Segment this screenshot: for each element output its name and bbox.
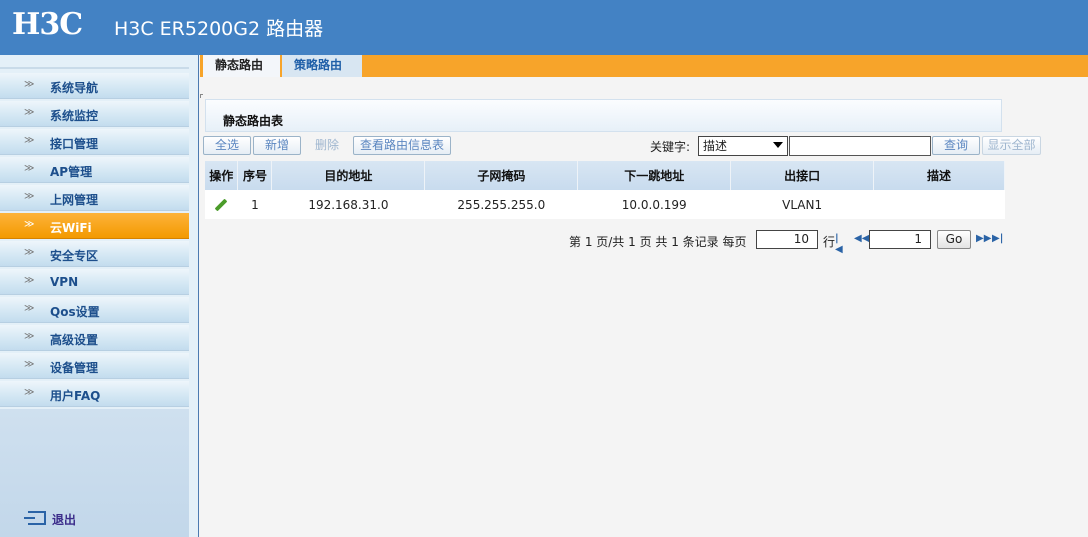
sidebar-item-label: 上网管理 — [50, 193, 99, 207]
show-all-button[interactable]: 显示全部 — [982, 136, 1041, 155]
prev-page-icon[interactable]: ◀◀ — [854, 233, 869, 244]
bullet-icon: ≫ — [24, 191, 35, 202]
last-page-icon[interactable]: ▶| — [992, 233, 1003, 244]
sidebar-item-label: 高级设置 — [50, 333, 99, 347]
pager-summary: 第 1 页/共 1 页 共 1 条记录 每页 — [569, 235, 747, 249]
column-header-action: 操作 — [205, 161, 239, 190]
sidebar-item-cloud-wifi[interactable]: ≫ 云WiFi — [0, 213, 189, 239]
sidebar-item-interface[interactable]: ≫ 接口管理 — [0, 129, 189, 155]
corner-mark — [200, 94, 203, 98]
sidebar-item-label: VPN — [50, 275, 79, 289]
delete-button[interactable]: 删除 — [303, 136, 351, 155]
keyword-label: 关键字: — [650, 140, 691, 154]
per-page-input[interactable]: 10 — [756, 230, 818, 249]
bullet-icon: ≫ — [24, 275, 35, 286]
bullet-icon: ≫ — [24, 107, 35, 118]
column-header-iface[interactable]: 出接口 — [730, 161, 875, 190]
row-action-cell — [205, 190, 239, 219]
sidebar: ≫ 系统导航 ≫ 系统监控 ≫ 接口管理 ≫ AP管理 ≫ 上网管理 ≫ 云Wi… — [0, 55, 199, 537]
sidebar-item-label: AP管理 — [50, 165, 93, 179]
bullet-icon: ≫ — [24, 79, 35, 90]
app-title: H3C ER5200G2 路由器 — [114, 18, 324, 40]
sidebar-item-label: 系统监控 — [50, 109, 99, 123]
row-iface: VLAN1 — [730, 190, 875, 219]
bullet-icon: ≫ — [24, 359, 35, 370]
tab-bar: 静态路由 策略路由 — [200, 55, 1088, 77]
row-next-hop: 10.0.0.199 — [577, 190, 732, 219]
keyword-select-value: 描述 — [703, 139, 728, 153]
logout-icon — [24, 511, 46, 525]
keyword-input[interactable] — [789, 136, 931, 156]
sidebar-item-device[interactable]: ≫ 设备管理 — [0, 353, 189, 379]
panel-title: 静态路由表 — [223, 114, 284, 128]
column-header-dest[interactable]: 目的地址 — [271, 161, 426, 190]
sidebar-item-label: 接口管理 — [50, 137, 99, 151]
sidebar-item-internet[interactable]: ≫ 上网管理 — [0, 185, 189, 211]
app-header: H3C H3C ER5200G2 路由器 — [0, 0, 1088, 55]
sidebar-item-vpn[interactable]: ≫ VPN — [0, 269, 189, 295]
sidebar-item-label: 设备管理 — [50, 361, 99, 375]
sidebar-item-ap[interactable]: ≫ AP管理 — [0, 157, 189, 183]
bullet-icon: ≫ — [24, 331, 35, 342]
first-page-icon[interactable]: |◀ — [835, 233, 843, 255]
page-number-input[interactable]: 1 — [869, 230, 931, 249]
logout-label: 退出 — [52, 513, 77, 527]
row-desc — [873, 190, 1005, 219]
sidebar-item-qos[interactable]: ≫ Qos设置 — [0, 297, 189, 323]
logout-button[interactable]: 退出 — [24, 509, 76, 527]
bullet-icon: ≫ — [24, 219, 35, 230]
sidebar-item-label: 安全专区 — [50, 249, 99, 263]
bullet-icon: ≫ — [24, 247, 35, 258]
row-index: 1 — [237, 190, 273, 219]
sidebar-item-label: 用户FAQ — [50, 389, 101, 403]
chevron-down-icon — [773, 142, 783, 148]
edit-icon[interactable] — [214, 198, 228, 211]
bullet-icon: ≫ — [24, 163, 35, 174]
sidebar-item-security[interactable]: ≫ 安全专区 — [0, 241, 189, 267]
column-header-index: 序号 — [237, 161, 273, 190]
query-button[interactable]: 查询 — [932, 136, 980, 155]
row-dest: 192.168.31.0 — [271, 190, 426, 219]
sidebar-item-advanced[interactable]: ≫ 高级设置 — [0, 325, 189, 351]
sidebar-item-faq[interactable]: ≫ 用户FAQ — [0, 381, 189, 407]
sidebar-top-strip — [0, 67, 189, 69]
sidebar-item-label: Qos设置 — [50, 305, 100, 319]
bullet-icon: ≫ — [24, 303, 35, 314]
select-all-button[interactable]: 全选 — [203, 136, 251, 155]
sidebar-item-system-monitor[interactable]: ≫ 系统监控 — [0, 101, 189, 127]
tab-policy-route[interactable]: 策略路由 — [282, 55, 362, 77]
panel-header: 静态路由表 — [205, 99, 1002, 132]
keyword-select[interactable]: 描述 — [698, 136, 788, 156]
sidebar-item-label: 云WiFi — [50, 221, 92, 235]
static-route-table: 操作 序号 目的地址 子网掩码 下一跳地址 出接口 描述 1 192.168.3… — [205, 161, 1005, 219]
column-header-next-hop[interactable]: 下一跳地址 — [577, 161, 732, 190]
rows-unit: 行 — [823, 235, 836, 249]
row-mask: 255.255.255.0 — [424, 190, 579, 219]
sidebar-item-label: 系统导航 — [50, 81, 99, 95]
h3c-logo: H3C — [12, 7, 83, 42]
go-button[interactable]: Go — [937, 230, 971, 249]
view-route-table-button[interactable]: 查看路由信息表 — [353, 136, 451, 155]
bullet-icon: ≫ — [24, 135, 35, 146]
table-header-row: 操作 序号 目的地址 子网掩码 下一跳地址 出接口 描述 — [205, 161, 1005, 190]
tab-static-route[interactable]: 静态路由 — [203, 55, 280, 77]
column-header-desc[interactable]: 描述 — [873, 161, 1005, 190]
column-header-mask[interactable]: 子网掩码 — [424, 161, 579, 190]
add-button[interactable]: 新增 — [253, 136, 301, 155]
next-page-icon[interactable]: ▶▶ — [976, 233, 991, 244]
bullet-icon: ≫ — [24, 387, 35, 398]
table-row: 1 192.168.31.0 255.255.255.0 10.0.0.199 … — [205, 190, 1005, 219]
sidebar-item-system-nav[interactable]: ≫ 系统导航 — [0, 73, 189, 99]
